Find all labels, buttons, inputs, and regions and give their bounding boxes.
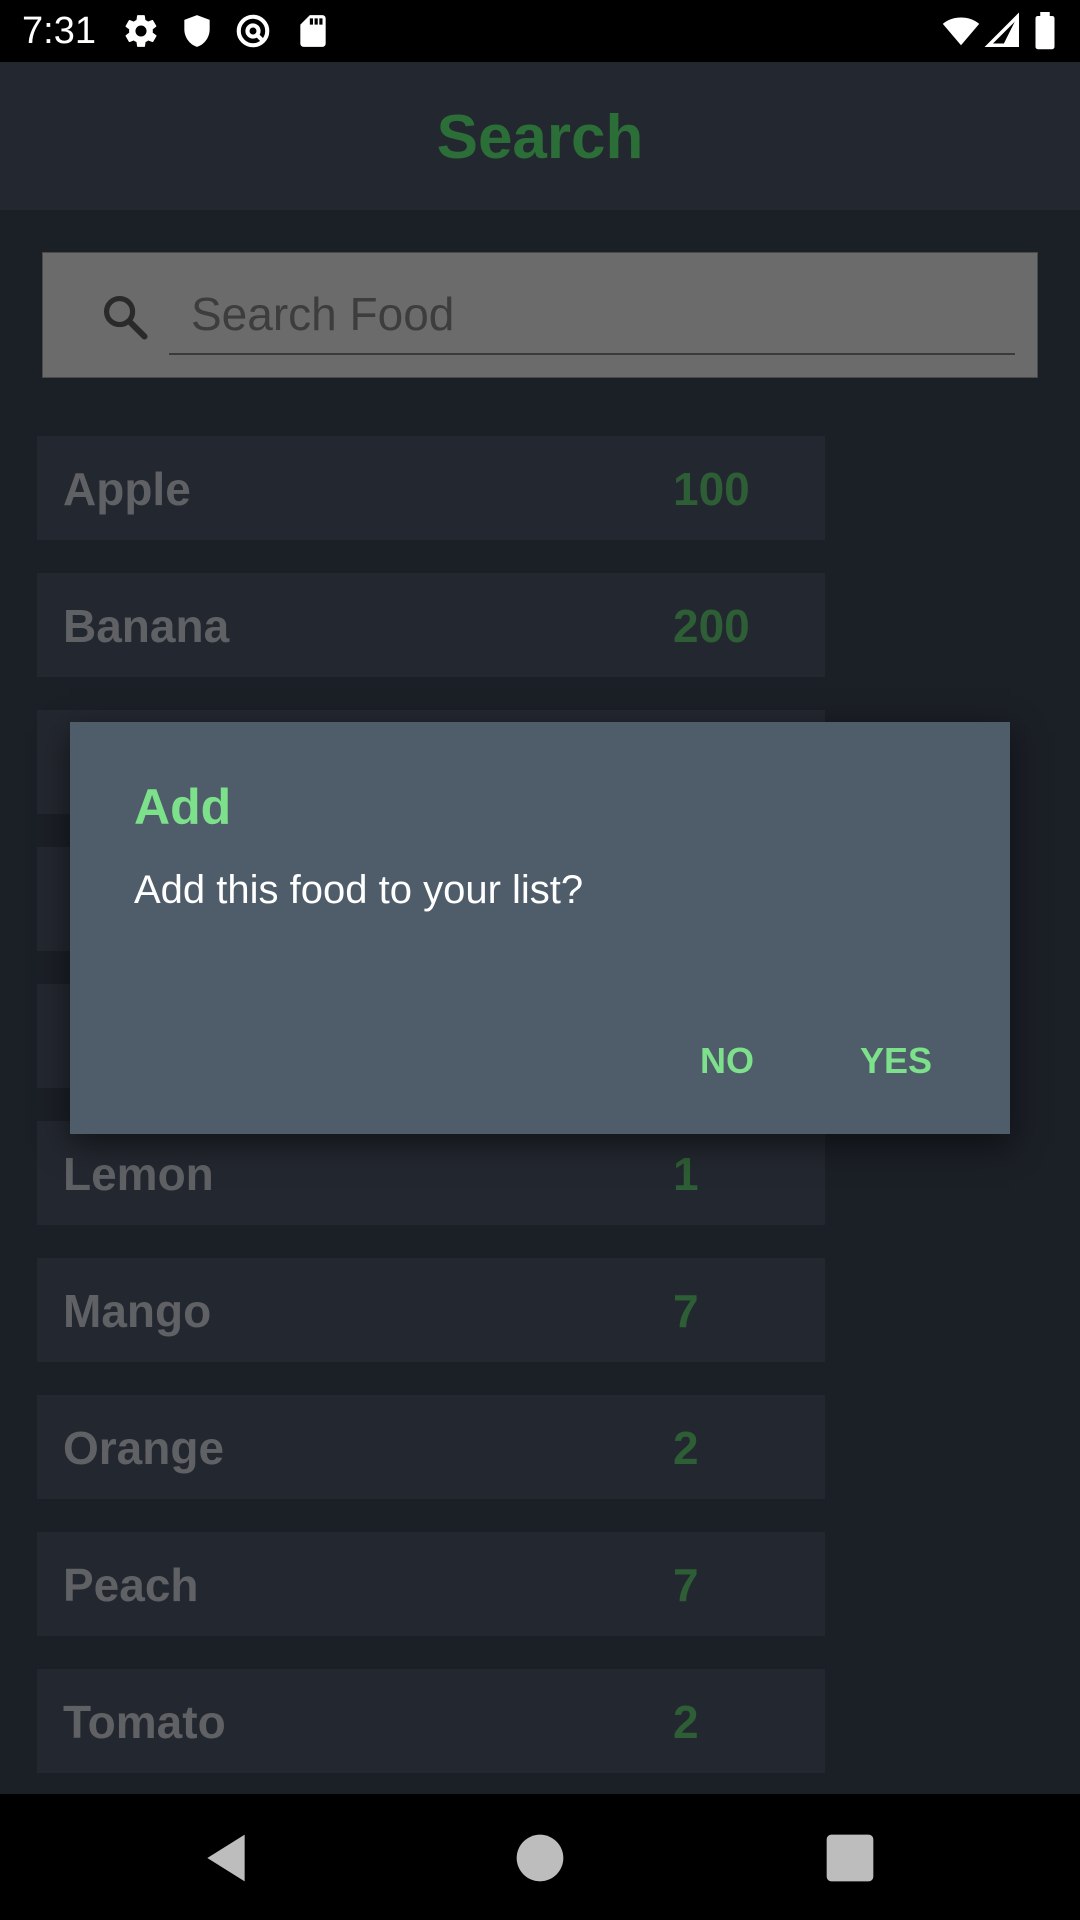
status-bar: 7:31: [0, 0, 1080, 62]
battery-icon: [1030, 12, 1060, 50]
no-button[interactable]: NO: [700, 1040, 754, 1082]
signal-icon: [984, 12, 1022, 50]
recents-icon[interactable]: [822, 1830, 878, 1886]
back-icon[interactable]: [198, 1830, 254, 1886]
at-sign-icon: [234, 12, 272, 50]
sd-card-icon: [294, 12, 332, 50]
navigation-bar: [0, 1794, 1080, 1920]
gear-icon: [122, 12, 160, 50]
wifi-icon: [942, 12, 980, 50]
dialog-title: Add: [134, 779, 232, 835]
home-icon[interactable]: [512, 1830, 568, 1886]
yes-button[interactable]: YES: [860, 1040, 932, 1082]
shield-icon: [178, 12, 216, 50]
status-time: 7:31: [22, 10, 96, 52]
add-food-dialog: Add Add this food to your list? NO YES: [70, 722, 1010, 1134]
dialog-message: Add this food to your list?: [134, 868, 584, 912]
